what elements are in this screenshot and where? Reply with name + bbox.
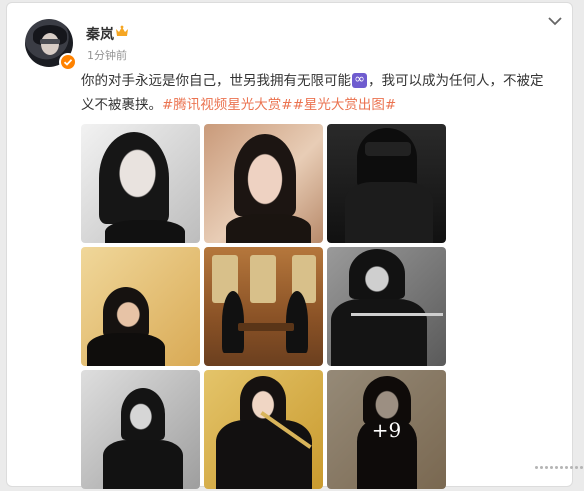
photo-figure <box>331 299 427 366</box>
post-text: 你的对手永远是你自己，世另我拥有无限可能 ∞ ，我可以成为任何人，不被定义不被裹挟。… <box>81 69 551 117</box>
image-grid: +9 <box>81 124 446 489</box>
post-text-part1: 你的对手永远是你自己，世另我拥有无限可能 <box>81 73 351 89</box>
crown-icon <box>116 25 128 36</box>
post-time[interactable]: 1分钟前 <box>87 47 127 63</box>
photo-figure <box>345 182 433 243</box>
photo-figure <box>121 388 165 440</box>
avatar-face <box>41 33 59 55</box>
photo-figure <box>99 132 169 224</box>
photo-figure <box>105 220 185 243</box>
photo-figure <box>250 255 276 303</box>
photo-thumbnail-more[interactable]: +9 <box>327 370 446 489</box>
photo-thumbnail[interactable] <box>81 370 200 489</box>
more-images-count: +9 <box>371 417 402 442</box>
photo-figure <box>103 440 183 489</box>
photo-figure <box>286 291 308 353</box>
photo-thumbnail[interactable] <box>204 247 323 366</box>
photo-figure <box>103 287 149 337</box>
username[interactable]: 秦岚 <box>86 24 114 44</box>
photo-figure <box>226 214 311 243</box>
photo-figure <box>365 142 411 156</box>
photo-thumbnail[interactable] <box>81 124 200 243</box>
verified-badge-icon <box>59 53 77 71</box>
photo-figure <box>351 313 443 316</box>
more-dots-icon[interactable] <box>535 466 583 469</box>
photo-figure <box>216 420 312 489</box>
avatar-glasses <box>40 39 60 44</box>
photo-figure <box>357 128 417 188</box>
photo-figure <box>222 291 244 353</box>
more-images-overlay: +9 <box>327 370 446 489</box>
photo-thumbnail[interactable] <box>81 247 200 366</box>
photo-thumbnail[interactable] <box>204 370 323 489</box>
photo-figure <box>238 323 294 331</box>
photo-figure <box>87 333 165 366</box>
photo-thumbnail[interactable] <box>327 124 446 243</box>
photo-thumbnail[interactable] <box>327 247 446 366</box>
photo-figure <box>234 134 296 216</box>
hashtag-link[interactable]: #星光大赏出图# <box>293 97 397 113</box>
photo-thumbnail[interactable] <box>204 124 323 243</box>
infinity-emoji-icon: ∞ <box>352 72 367 88</box>
weibo-post-card: 秦岚 1分钟前 你的对手永远是你自己，世另我拥有无限可能 ∞ ，我可以成为任何人，不… <box>6 2 583 489</box>
chevron-down-icon[interactable] <box>547 15 563 27</box>
hashtag-link[interactable]: #腾讯视频星光大赏# <box>162 97 293 113</box>
photo-figure <box>349 249 405 299</box>
